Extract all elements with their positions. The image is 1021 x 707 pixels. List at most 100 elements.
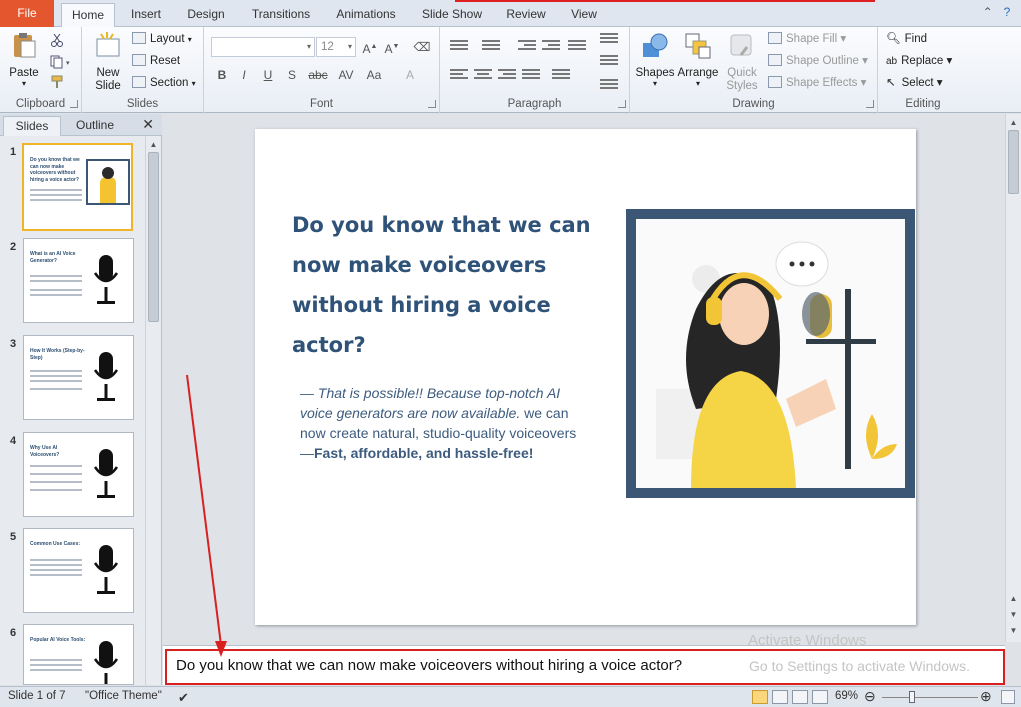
thumbnail-4[interactable]: Why Use AI Voiceovers? (23, 432, 134, 517)
find-button[interactable]: 🔍︎ Find (886, 30, 927, 48)
tab-transitions[interactable]: Transitions (243, 3, 319, 27)
zoom-slider-thumb[interactable] (909, 691, 915, 703)
underline-button[interactable]: U (258, 66, 278, 84)
fit-slide-icon[interactable] (1001, 690, 1015, 704)
clear-formatting-icon[interactable]: ⌫ (412, 38, 432, 56)
text-direction-icon[interactable] (600, 33, 618, 47)
tab-home[interactable]: Home (61, 3, 115, 28)
quick-styles-icon (730, 34, 752, 56)
strikethrough-button[interactable]: abc (306, 66, 330, 84)
font-size-combo[interactable]: 12 ▾ (316, 37, 356, 57)
close-panel-icon[interactable]: ✕ (142, 116, 154, 133)
panel-scrollbar[interactable]: ▲ (145, 136, 161, 685)
align-left-icon[interactable] (450, 69, 468, 83)
bullets-icon[interactable] (450, 40, 468, 54)
notes-pane[interactable]: Activate Windows Do you know that we can… (163, 632, 1005, 685)
scroll-up-icon[interactable]: ▲ (1006, 116, 1021, 130)
bold-button[interactable]: B (212, 66, 232, 84)
cut-icon[interactable] (50, 33, 64, 47)
zoom-out-icon[interactable]: ⊖ (864, 688, 876, 705)
shape-fill-button[interactable]: Shape Fill ▾ (768, 30, 846, 48)
align-right-icon[interactable] (498, 69, 516, 83)
font-name-combo[interactable]: ▾ (211, 37, 315, 57)
tab-file[interactable]: File (0, 0, 54, 27)
microphone-icon (85, 251, 127, 311)
numbering-icon[interactable] (482, 40, 500, 54)
thumbnail-title: How It Works (Step-by-Step) (30, 348, 85, 361)
tab-slide-show[interactable]: Slide Show (414, 3, 490, 27)
thumbnail-2[interactable]: What is an AI Voice Generator? (23, 238, 134, 323)
drawing-launcher-icon[interactable] (866, 100, 874, 108)
copy-icon[interactable]: ▾ (50, 55, 74, 69)
shadow-button[interactable]: S (282, 66, 302, 84)
reading-view-icon[interactable] (792, 690, 808, 704)
zoom-level[interactable]: 69% (835, 690, 858, 702)
paste-button[interactable]: Paste ▾ (6, 31, 42, 88)
tab-design[interactable]: Design (179, 3, 233, 27)
thumbnail-6[interactable]: Popular AI Voice Tools: (23, 624, 134, 685)
italic-button[interactable]: I (234, 66, 254, 84)
font-launcher-icon[interactable] (428, 100, 436, 108)
thumbnail-1[interactable]: Do you know that we can now make voiceov… (22, 143, 133, 231)
clipboard-launcher-icon[interactable] (70, 100, 78, 108)
zoom-in-icon[interactable]: ⊕ (980, 688, 992, 705)
thumbnail-3[interactable]: How It Works (Step-by-Step) (23, 335, 134, 420)
shape-effects-icon (768, 76, 782, 88)
slide-sorter-icon[interactable] (772, 690, 788, 704)
select-button[interactable]: ↖ Select ▾ (886, 74, 943, 92)
thumbnail-5[interactable]: Common Use Cases: (23, 528, 134, 613)
tab-view[interactable]: View (562, 3, 606, 27)
normal-view-icon[interactable] (752, 690, 768, 704)
reset-icon (132, 54, 146, 66)
shapes-button[interactable]: Shapes ▾ (634, 31, 676, 88)
justify-icon[interactable] (522, 69, 540, 83)
change-case-button[interactable]: Aa (362, 66, 386, 84)
minimize-ribbon-icon[interactable]: ⌃ (980, 5, 996, 19)
slide[interactable]: Do you know that we can now make voiceov… (255, 129, 916, 625)
thumbnail-title: Do you know that we can now make voiceov… (30, 157, 80, 183)
shape-effects-button[interactable]: Shape Effects ▾ (768, 74, 866, 92)
scroll-up-icon[interactable]: ▲ (146, 138, 161, 152)
tab-review[interactable]: Review (500, 3, 552, 27)
shrink-font-icon[interactable]: A▼ (382, 38, 402, 56)
section-button[interactable]: Section ▾ (132, 74, 196, 92)
align-text-icon[interactable] (600, 55, 618, 69)
tab-slides[interactable]: Slides (3, 116, 61, 136)
increase-indent-icon[interactable] (542, 40, 560, 54)
decrease-indent-icon[interactable] (518, 40, 536, 54)
smartart-icon[interactable] (600, 79, 618, 93)
slide-title[interactable]: Do you know that we can now make voiceov… (292, 205, 612, 365)
prev-slide-icon[interactable]: ▲ (1006, 592, 1021, 606)
slide-picture[interactable] (626, 209, 915, 498)
char-spacing-button[interactable]: AV (334, 66, 358, 84)
font-color-icon[interactable]: A (400, 66, 420, 84)
align-center-icon[interactable] (474, 69, 492, 83)
zoom-slider[interactable] (882, 697, 978, 698)
next-slide-icon[interactable]: ▼ (1006, 608, 1021, 622)
quick-styles-button[interactable]: Quick Styles (722, 31, 762, 93)
tab-outline[interactable]: Outline (64, 116, 126, 136)
columns-icon[interactable] (552, 69, 570, 83)
slide-scrollbar[interactable]: ▲ ▲ ▼ ▼ (1005, 114, 1021, 642)
line-spacing-icon[interactable] (568, 40, 586, 54)
tab-animations[interactable]: Animations (328, 3, 404, 27)
grow-font-icon[interactable]: A▲ (360, 38, 380, 56)
spell-check-icon[interactable]: ✔ (178, 690, 189, 706)
replace-button[interactable]: ab Replace ▾ (886, 52, 952, 70)
microphone-icon (85, 445, 127, 505)
scroll-thumb[interactable] (148, 152, 159, 322)
layout-button[interactable]: Layout ▾ (132, 30, 192, 48)
arrange-button[interactable]: Arrange ▾ (676, 31, 720, 88)
shape-outline-button[interactable]: Shape Outline ▾ (768, 52, 868, 70)
new-slide-button[interactable]: New Slide (88, 31, 128, 93)
format-painter-icon[interactable] (50, 75, 64, 89)
reset-button[interactable]: Reset (132, 52, 180, 70)
notes-text[interactable]: Do you know that we can now make voiceov… (176, 657, 682, 674)
paragraph-launcher-icon[interactable] (618, 100, 626, 108)
scroll-thumb[interactable] (1008, 130, 1019, 194)
scroll-down-icon[interactable]: ▼ (1006, 624, 1021, 638)
slideshow-view-icon[interactable] (812, 690, 828, 704)
help-icon[interactable]: ? (999, 5, 1015, 19)
slide-body[interactable]: — That is possible!! Because top-notch A… (300, 383, 590, 463)
tab-insert[interactable]: Insert (122, 3, 170, 27)
